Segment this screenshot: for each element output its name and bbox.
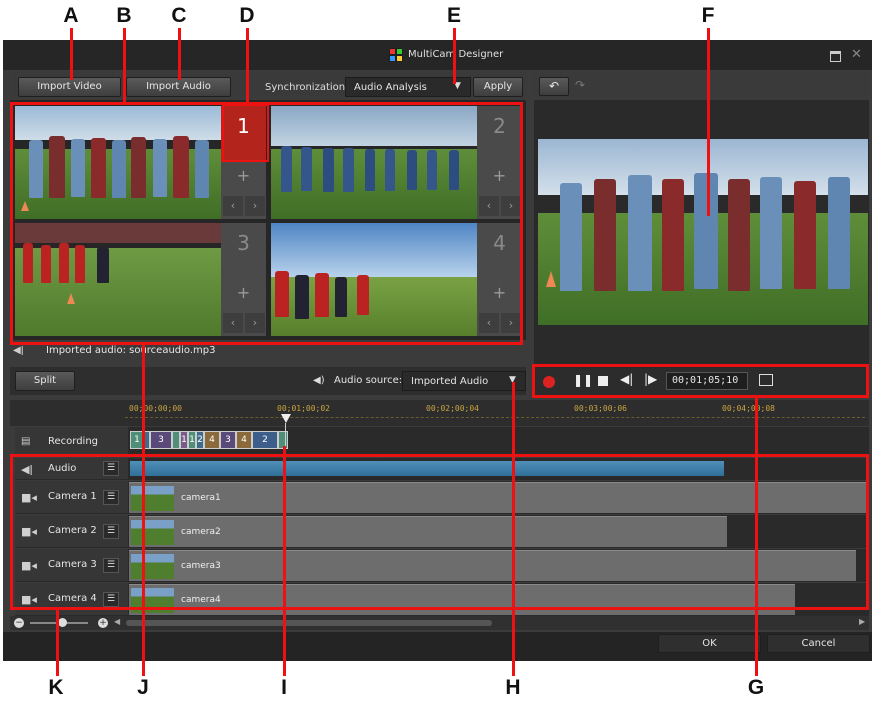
preview-panel (534, 100, 869, 370)
recording-segment[interactable]: 2 (196, 431, 204, 449)
imported-audio-info: Imported audio: sourceaudio.mp3 (46, 345, 216, 356)
apply-button[interactable]: Apply (473, 77, 523, 97)
recording-label: Recording (48, 436, 99, 447)
recording-segment[interactable]: 4 (204, 431, 220, 449)
callout-line-b (123, 28, 126, 104)
zoom-out-icon[interactable]: − (14, 618, 24, 628)
highlight-tracks (10, 454, 869, 610)
zoom-scroll-bar: − + ◀ ▶ (10, 616, 869, 630)
preview-video (538, 139, 868, 325)
callout-d: D (239, 4, 255, 27)
callout-line-j (142, 345, 145, 676)
callout-line-d (246, 28, 249, 104)
import-audio-button[interactable]: Import Audio (126, 77, 231, 97)
speaker-icon: ◀ǀ (13, 345, 24, 356)
recording-segment[interactable]: 3 (150, 431, 172, 449)
recording-track-label: ▤ Recording (15, 427, 128, 457)
ruler-label-3: 00;03;00;06 (574, 404, 627, 413)
sync-dropdown-value: Audio Analysis (354, 82, 427, 93)
audio-source-label: Audio source: (334, 375, 403, 386)
playhead-icon[interactable] (281, 414, 291, 423)
ok-button[interactable]: OK (658, 634, 761, 653)
volume-icon: ◀) (313, 375, 325, 386)
callout-line-e (453, 28, 456, 84)
audio-source-value: Imported Audio (411, 376, 489, 387)
callout-b: B (116, 4, 132, 27)
audio-source-dropdown[interactable]: Imported Audio ▼ (402, 371, 526, 391)
maximize-icon[interactable] (830, 51, 841, 62)
horizontal-scrollbar[interactable] (126, 620, 492, 626)
ruler-label-1: 00;01;00;02 (277, 404, 330, 413)
undo-icon[interactable]: ↶ (539, 77, 569, 96)
callout-g: G (747, 676, 765, 699)
callout-h: H (505, 676, 521, 699)
ruler-ticks (125, 417, 865, 421)
sync-label: Synchronization: (265, 82, 349, 93)
filmstrip-icon: ▤ (21, 436, 31, 447)
recording-segment[interactable]: 3 (220, 431, 236, 449)
close-icon[interactable]: ✕ (851, 47, 862, 62)
split-button[interactable]: Split (15, 371, 75, 391)
cancel-button[interactable]: Cancel (767, 634, 870, 653)
zoom-slider-handle[interactable] (58, 618, 67, 627)
scroll-right-icon[interactable]: ▶ (859, 617, 865, 626)
callout-j: J (137, 676, 149, 699)
callout-line-c (178, 28, 181, 80)
callout-line-i (283, 446, 286, 676)
ruler-label-0: 00;00;00;00 (129, 404, 182, 413)
recording-segment[interactable]: 2 (252, 431, 278, 449)
callout-i: I (281, 676, 287, 699)
callout-line-g (755, 398, 758, 676)
app-logo-icon (389, 48, 403, 62)
recording-segment[interactable]: 1 (180, 431, 188, 449)
recording-segment[interactable] (172, 431, 180, 449)
title-bar: MultiCam Designer ✕ (3, 40, 872, 70)
callout-a: A (63, 4, 79, 27)
redo-icon[interactable]: ↷ (575, 78, 585, 92)
callout-f: F (701, 4, 715, 27)
callout-k: K (48, 676, 64, 699)
callout-line-k (56, 610, 59, 676)
ruler-label-2: 00;02;00;04 (426, 404, 479, 413)
scroll-left-icon[interactable]: ◀ (114, 617, 120, 626)
callout-line-a (70, 28, 73, 80)
import-video-button[interactable]: Import Video (18, 77, 121, 97)
recording-segment[interactable]: 1 (188, 431, 196, 449)
callout-line-h (512, 382, 515, 676)
ruler-label-4: 00;04;00;08 (722, 404, 775, 413)
callout-e: E (446, 4, 461, 27)
callout-line-f (707, 28, 710, 216)
highlight-camera-1-tile (222, 104, 269, 162)
timeline-ruler[interactable]: 00;00;00;00 00;01;00;02 00;02;00;04 00;0… (10, 400, 869, 426)
callout-c: C (171, 4, 187, 27)
highlight-playback-controls (532, 364, 869, 398)
zoom-in-icon[interactable]: + (98, 618, 108, 628)
recording-segment[interactable]: 4 (236, 431, 252, 449)
